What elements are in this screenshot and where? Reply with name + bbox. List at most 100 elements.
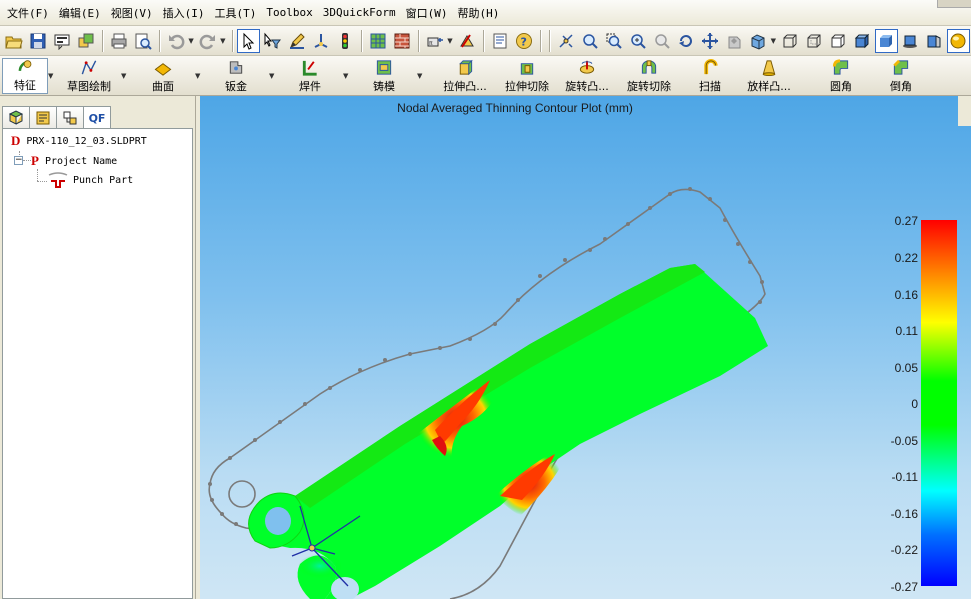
save-icon[interactable] [26,29,49,53]
project-tree: D PRX-110_12_03.SLDPRT − P Project Name … [2,128,193,599]
extrude-cut-button[interactable]: 拉伸切除 [500,58,554,94]
coordinate-system-icon[interactable] [309,29,332,53]
grid-icon[interactable] [366,29,389,53]
shaded-with-edges-icon[interactable] [851,29,874,53]
toolbar-separator [540,29,542,52]
feature-manager-panel: QF D PRX-110_12_03.SLDPRT − P Project Na… [0,96,196,599]
zoom-selection-icon[interactable] [650,29,673,53]
toolbar-separator [361,29,363,52]
menu-insert[interactable]: 插入(I) [158,5,210,21]
menu-file[interactable]: 文件(F) [2,5,54,21]
chevron-down-icon[interactable]: ▼ [220,37,228,45]
shadows-icon[interactable] [899,29,922,53]
wireframe-icon[interactable] [778,29,801,53]
menu-view[interactable]: 视图(V) [106,5,158,21]
surface-button[interactable]: 曲面 [146,58,180,94]
select-cursor-icon[interactable] [236,28,260,53]
extrude-boss-icon [459,59,473,76]
brick-wall-icon[interactable] [390,29,413,53]
tab-configuration-manager[interactable] [56,106,84,128]
legend-label: -0.22 [890,543,918,557]
command-label: 特征 [14,79,36,92]
zoom-in-out-icon[interactable] [626,29,649,53]
zoom-to-area-icon[interactable] [602,29,625,53]
print-icon[interactable] [107,29,130,53]
legend-label: 0.16 [894,288,918,302]
rotate-view-icon[interactable] [674,29,697,53]
shaded-icon[interactable] [874,28,898,53]
standard-views-icon[interactable] [747,29,770,53]
sheet-metal-button[interactable]: 钣金 [220,58,252,94]
chevron-down-icon[interactable]: ▼ [195,72,200,80]
open-folder-icon[interactable] [2,29,25,53]
hidden-lines-visible-icon[interactable] [802,29,825,53]
menu-3dquickform[interactable]: 3DQuickForm [318,6,401,19]
chevron-down-icon[interactable]: ▼ [771,37,779,45]
help-icon[interactable]: ? [512,29,535,53]
tab-feature-manager[interactable] [2,106,30,128]
tree-root-document[interactable]: D PRX-110_12_03.SLDPRT [11,133,147,149]
sweep-button[interactable]: 扫描 [694,58,726,94]
loft-button[interactable]: 放样凸... [740,58,798,94]
menu-window[interactable]: 窗口(W) [401,5,453,21]
chamfer-button[interactable]: 倒角 [884,58,918,94]
measure-icon[interactable]: π [423,29,446,53]
menu-bar: 文件(F) 编辑(E) 视图(V) 插入(I) 工具(T) Toolbox 3D… [0,0,971,26]
selection-filter-icon[interactable] [261,29,284,53]
assembly-icon[interactable] [74,29,97,53]
weldment-button[interactable]: 焊件 [294,58,326,94]
print-preview-icon[interactable] [50,29,73,53]
chevron-down-icon[interactable]: ▼ [48,72,53,80]
traffic-light-icon[interactable] [333,29,356,53]
section-view-icon[interactable] [923,29,946,53]
menu-edit[interactable]: 编辑(E) [54,5,106,21]
view-3d-icon[interactable] [723,29,746,53]
sketch-button[interactable]: 草图绘制 [62,58,116,94]
mold-button[interactable]: 铸模 [368,58,400,94]
redo-icon[interactable] [196,29,219,53]
chevron-down-icon[interactable]: ▼ [188,37,196,45]
sketch-pencil-icon[interactable] [285,29,308,53]
menu-toolbox[interactable]: Toolbox [261,6,317,19]
revolve-cut-button[interactable]: 旋转切除 [622,58,676,94]
fillet-button[interactable]: 圆角 [824,58,858,94]
collapse-icon[interactable]: − [14,156,23,165]
chevron-down-icon[interactable]: ▼ [417,72,422,80]
chevron-down-icon[interactable]: ▼ [121,72,126,80]
toolbar-separator [102,29,104,52]
chevron-down-icon[interactable]: ▼ [343,72,348,80]
chevron-down-icon[interactable]: ▼ [447,37,455,45]
tab-qf[interactable]: QF [83,106,111,129]
tab-qf-label: QF [88,111,106,125]
task-pane-tab[interactable] [958,96,971,126]
view-orientation-icon[interactable] [554,29,577,53]
undo-icon[interactable] [164,29,187,53]
command-label: 放样凸... [747,80,791,93]
realview-sphere-icon[interactable] [946,28,970,53]
features-button[interactable]: 特征 [2,58,48,94]
menu-help[interactable]: 帮助(H) [452,5,504,21]
features-icon [18,60,32,72]
menu-tools[interactable]: 工具(T) [210,5,262,21]
properties-icon[interactable] [488,29,511,53]
tree-punch-part-node[interactable]: Punch Part [47,171,133,189]
legend-label: -0.11 [891,470,918,484]
loft-icon [762,60,776,77]
extrude-boss-button[interactable]: 拉伸凸... [436,58,494,94]
hidden-lines-removed-icon[interactable] [826,29,849,53]
pin-hole [228,480,256,508]
pan-icon[interactable] [698,29,721,53]
zoom-to-fit-icon[interactable] [578,29,601,53]
legend-label-min: -0.27 [890,580,918,594]
tree-project-node[interactable]: P Project Name [31,153,117,169]
tab-property-manager[interactable] [29,106,57,128]
revolve-boss-button[interactable]: 旋转凸... [558,58,616,94]
rebuild-icon[interactable] [455,29,478,53]
window-control-stub[interactable] [937,0,971,8]
panel-tab-bar: QF [2,106,111,129]
legend-label: 0.11 [895,324,918,338]
zoom-preview-icon[interactable] [131,29,154,53]
legend-label-max: 0.27 [894,214,918,228]
chevron-down-icon[interactable]: ▼ [269,72,274,80]
graphics-viewport[interactable]: Nodal Averaged Thinning Contour Plot (mm… [200,96,971,599]
